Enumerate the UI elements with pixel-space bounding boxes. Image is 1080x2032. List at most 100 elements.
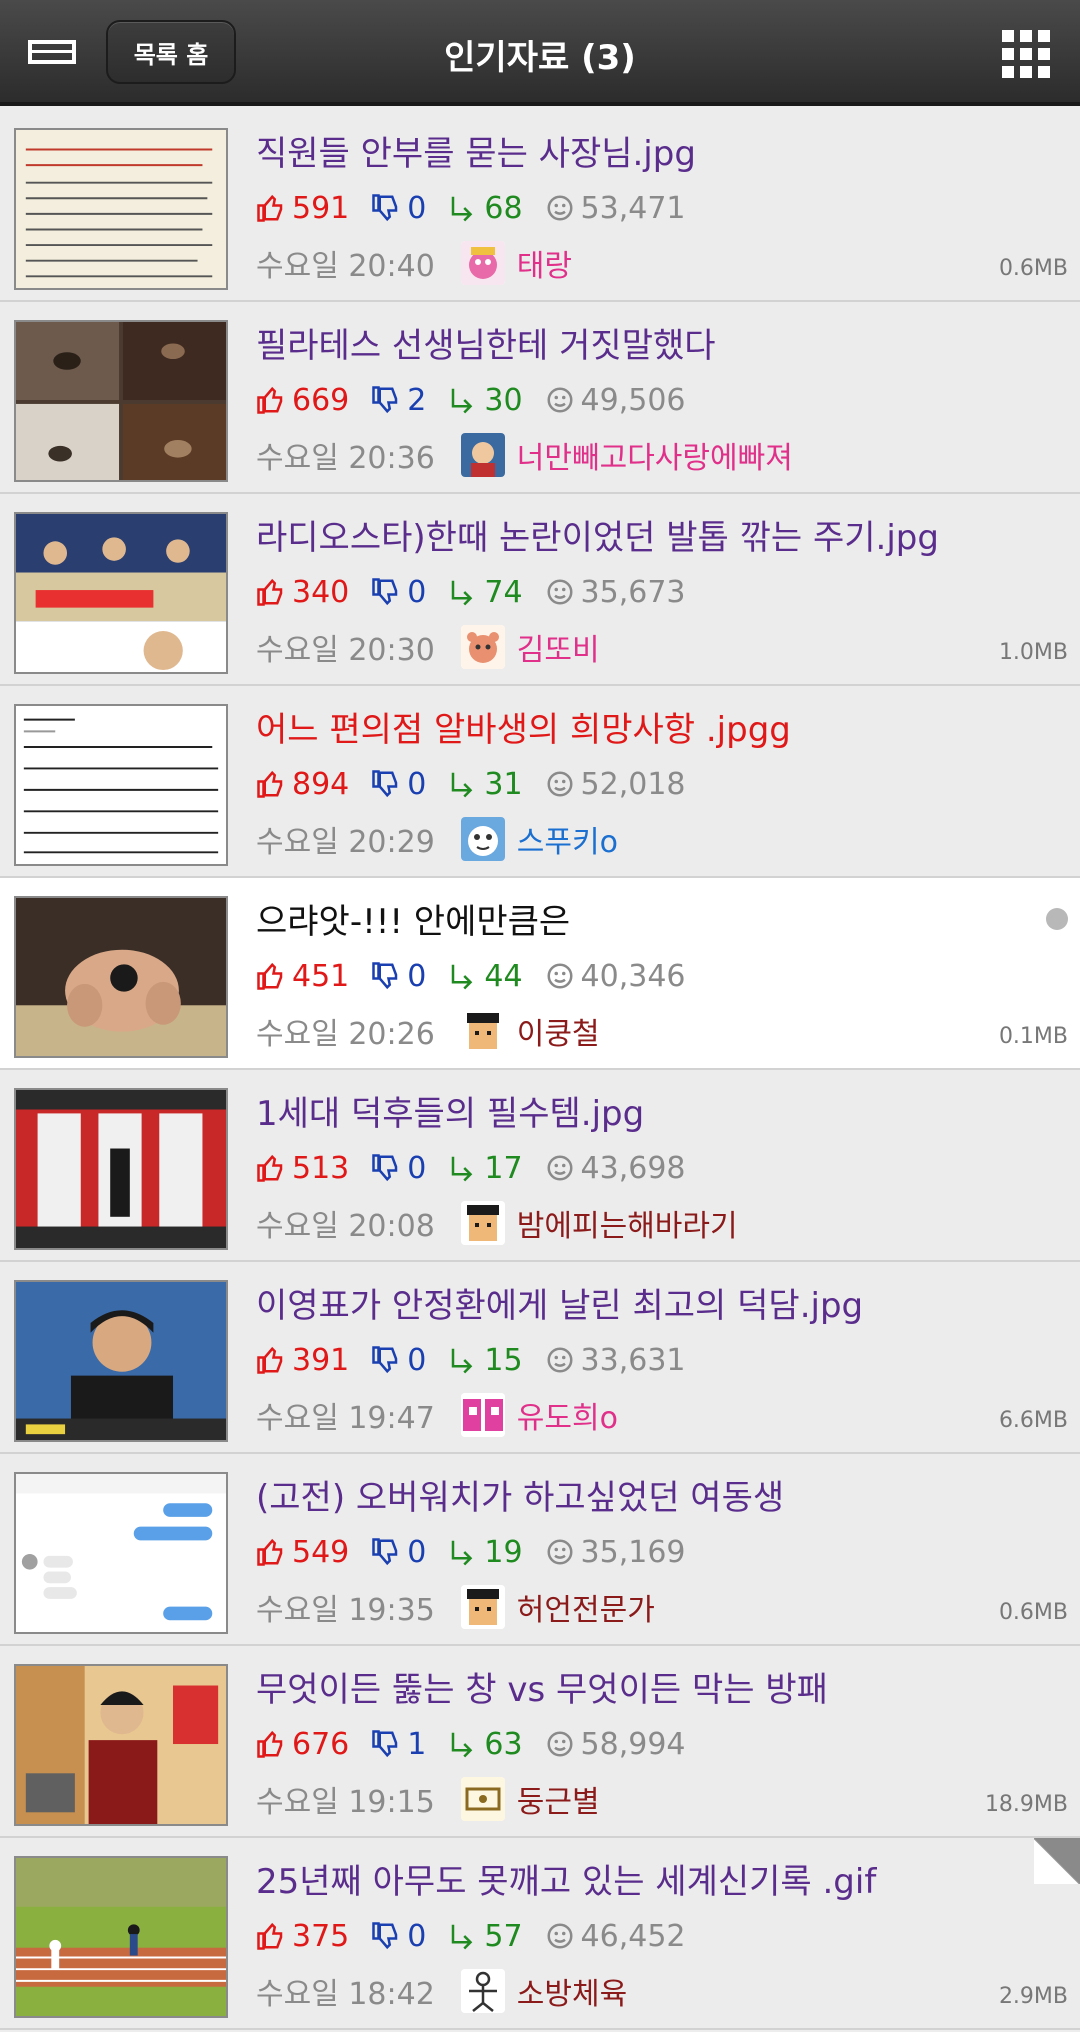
list-item[interactable]: 무엇이든 뚫는 창 vs 무엇이든 막는 방패 676 1 63 58,994 …	[0, 1646, 1080, 1838]
author-name[interactable]: 스푸키o	[517, 817, 618, 861]
post-thumbnail[interactable]	[14, 128, 228, 290]
post-title[interactable]: (고전) 오버워치가 하고싶었던 여동생	[256, 1470, 1036, 1519]
post-meta: 수요일 20:26 이쿵철	[256, 1006, 600, 1056]
reply-arrow-icon	[452, 1540, 473, 1566]
post-thumbnail[interactable]	[14, 704, 228, 866]
author-name[interactable]: 소방체육	[517, 1969, 627, 2013]
author-name[interactable]: 유도희o	[517, 1393, 618, 1437]
reply-arrow-icon	[452, 1348, 473, 1374]
post-date: 수요일 20:40	[256, 249, 435, 284]
thumbs-up-icon	[257, 194, 283, 222]
post-title[interactable]: 1세대 덕후들의 필수템.jpg	[256, 1086, 1036, 1135]
post-title[interactable]: 25년째 아무도 못깨고 있는 세계신기록 .gif	[256, 1854, 1036, 1903]
likes-count: 513	[256, 1151, 349, 1186]
page-curl-icon[interactable]	[1033, 1837, 1080, 1885]
post-thumbnail[interactable]	[14, 1088, 228, 1250]
post-stats: 375 0 57 46,452	[256, 1914, 708, 1958]
file-size: 18.9MB	[984, 1792, 1068, 1817]
grid-menu-icon[interactable]	[1002, 30, 1052, 78]
list-item[interactable]: 25년째 아무도 못깨고 있는 세계신기록 .gif 375 0 57 46,4…	[0, 1837, 1080, 2030]
dislikes-count: 0	[371, 1919, 426, 1954]
views-count: 46,452	[545, 1919, 686, 1954]
smiley-view-icon	[547, 1539, 573, 1565]
post-stats: 549 0 19 35,169	[256, 1530, 708, 1574]
likes-count: 549	[256, 1535, 349, 1570]
post-stats: 894 0 31 52,018	[256, 762, 708, 806]
post-stats: 591 0 68 53,471	[256, 186, 708, 230]
dislikes-count: 0	[371, 1151, 426, 1186]
likes-count: 391	[256, 1343, 349, 1378]
post-meta: 수요일 19:15 둥근별	[256, 1774, 600, 1824]
views-count: 35,673	[545, 575, 686, 610]
thumbs-down-icon	[372, 386, 398, 414]
post-stats: 391 0 15 33,631	[256, 1338, 708, 1382]
post-thumbnail[interactable]	[14, 320, 228, 482]
likes-count: 591	[256, 191, 349, 226]
post-thumbnail[interactable]	[14, 512, 228, 674]
author-name[interactable]: 밤에피는해바라기	[517, 1201, 738, 1245]
list-item[interactable]: 으랴앗-!!! 안에만큼은 451 0 44 40,346 수요일 20:26 …	[0, 878, 1080, 1070]
thumbs-up-icon	[257, 1922, 283, 1950]
post-meta: 수요일 20:36 너만빼고다사랑에빠져	[256, 430, 793, 480]
smiley-view-icon	[547, 579, 573, 605]
dislikes-count: 0	[371, 1343, 426, 1378]
author-avatar	[460, 1009, 505, 1053]
author-name[interactable]: 이쿵철	[517, 1009, 600, 1053]
dislikes-count: 0	[371, 191, 426, 226]
reply-arrow-icon	[452, 1156, 473, 1182]
list-item[interactable]: 직원들 안부를 묻는 사장님.jpg 591 0 68 53,471 수요일 2…	[0, 110, 1080, 302]
likes-count: 894	[256, 767, 349, 802]
views-count: 52,018	[545, 767, 686, 802]
post-thumbnail[interactable]	[14, 896, 228, 1058]
author-name[interactable]: 김또비	[517, 625, 600, 669]
post-title[interactable]: 라디오스타)한때 논란이었던 발톱 깎는 주기.jpg	[256, 510, 1036, 559]
smiley-view-icon	[547, 1155, 573, 1181]
thumbs-up-icon	[257, 1346, 283, 1374]
list-item[interactable]: 어느 편의점 알바생의 희망사항 .jpgg 894 0 31 52,018 수…	[0, 686, 1080, 878]
list-item[interactable]: 필라테스 선생님한테 거짓말했다 669 2 30 49,506 수요일 20:…	[0, 302, 1080, 494]
post-meta: 수요일 20:40 태랑	[256, 238, 572, 288]
list-item[interactable]: 1세대 덕후들의 필수템.jpg 513 0 17 43,698 수요일 20:…	[0, 1070, 1080, 1262]
thumbs-down-icon	[372, 1922, 398, 1950]
post-date: 수요일 18:42	[256, 1977, 435, 2012]
smiley-view-icon	[547, 195, 573, 221]
post-stats: 669 2 30 49,506	[256, 378, 708, 422]
read-indicator-dot	[1046, 908, 1068, 930]
post-thumbnail[interactable]	[14, 1280, 228, 1442]
list-item[interactable]: (고전) 오버워치가 하고싶었던 여동생 549 0 19 35,169 수요일…	[0, 1454, 1080, 1646]
post-title[interactable]: 으랴앗-!!! 안에만큼은	[256, 894, 1036, 943]
comments-count: 19	[448, 1535, 523, 1570]
post-thumbnail[interactable]	[14, 1856, 228, 2018]
comments-count: 44	[448, 959, 523, 994]
comments-count: 63	[448, 1727, 523, 1762]
author-name[interactable]: 너만빼고다사랑에빠져	[517, 433, 793, 477]
likes-count: 451	[256, 959, 349, 994]
likes-count: 340	[256, 575, 349, 610]
post-date: 수요일 20:29	[256, 825, 435, 860]
post-title[interactable]: 무엇이든 뚫는 창 vs 무엇이든 막는 방패	[256, 1662, 1036, 1711]
thumbs-down-icon	[372, 962, 398, 990]
reply-arrow-icon	[452, 388, 473, 414]
post-title[interactable]: 직원들 안부를 묻는 사장님.jpg	[256, 126, 1036, 175]
thumbs-down-icon	[372, 194, 398, 222]
dislikes-count: 0	[371, 959, 426, 994]
author-name[interactable]: 태랑	[517, 241, 572, 285]
author-name[interactable]: 둥근별	[517, 1777, 600, 1821]
post-title[interactable]: 필라테스 선생님한테 거짓말했다	[256, 318, 1036, 367]
post-date: 수요일 20:30	[256, 633, 435, 668]
thumbs-down-icon	[372, 1154, 398, 1182]
views-count: 40,346	[545, 959, 686, 994]
post-title[interactable]: 어느 편의점 알바생의 희망사항 .jpgg	[256, 702, 1036, 751]
post-thumbnail[interactable]	[14, 1472, 228, 1634]
post-thumbnail[interactable]	[14, 1664, 228, 1826]
post-title[interactable]: 이영표가 안정환에게 날린 최고의 덕담.jpg	[256, 1278, 1036, 1327]
author-avatar	[460, 1777, 505, 1821]
author-avatar	[460, 1201, 505, 1245]
top-bar: 목록 홈 인기자료 (3)	[0, 0, 1080, 106]
list-item[interactable]: 이영표가 안정환에게 날린 최고의 덕담.jpg 391 0 15 33,631…	[0, 1262, 1080, 1454]
author-name[interactable]: 허언전문가	[517, 1585, 655, 1629]
list-item[interactable]: 라디오스타)한때 논란이었던 발톱 깎는 주기.jpg 340 0 74 35,…	[0, 494, 1080, 686]
post-date: 수요일 20:26	[256, 1017, 435, 1052]
smiley-view-icon	[547, 1731, 573, 1757]
smiley-view-icon	[547, 771, 573, 797]
